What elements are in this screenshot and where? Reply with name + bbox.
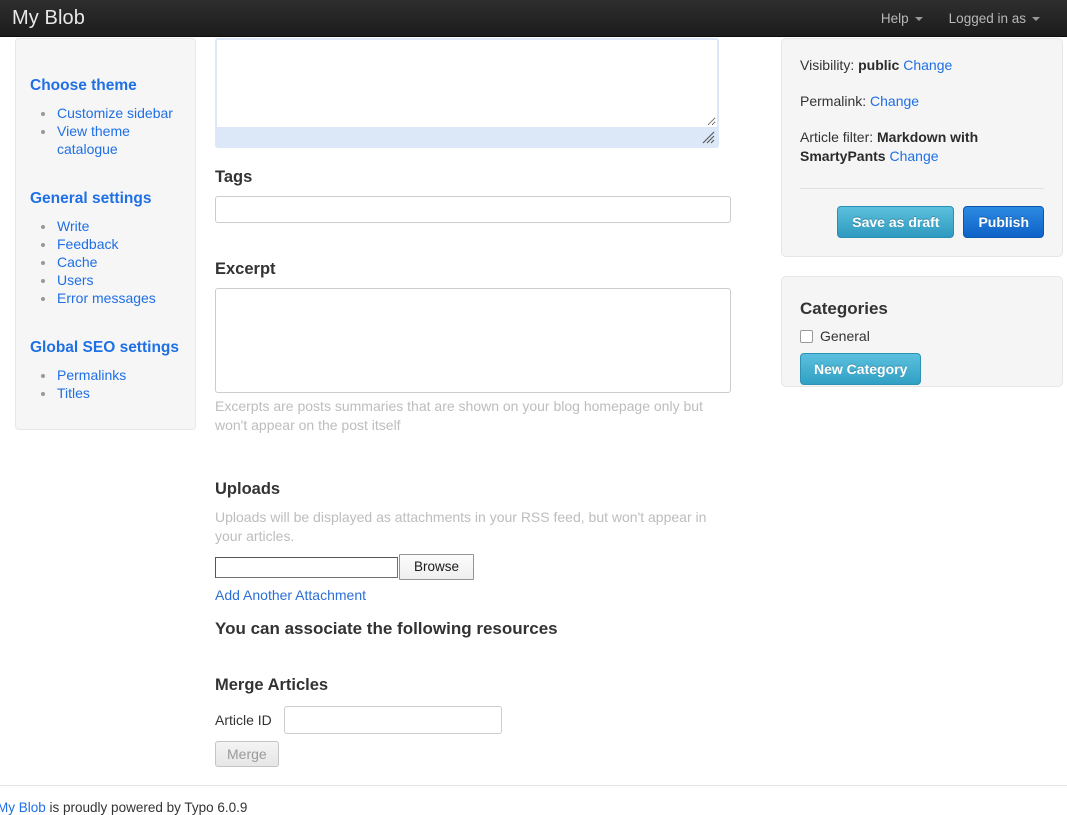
sidebar-item-titles[interactable]: Titles — [57, 385, 90, 401]
left-sidebar: Choose theme Customize sidebar View them… — [15, 38, 196, 430]
chevron-down-icon — [1032, 17, 1040, 21]
save-as-draft-button[interactable]: Save as draft — [837, 206, 955, 238]
new-category-button[interactable]: New Category — [800, 353, 922, 385]
upload-file-input[interactable] — [215, 557, 398, 578]
sidebar-item-write[interactable]: Write — [57, 218, 89, 234]
associate-resources-heading: You can associate the following resource… — [215, 619, 558, 638]
uploads-hint: Uploads will be displayed as attachments… — [215, 509, 707, 544]
article-id-input[interactable] — [283, 706, 502, 734]
article-filter-label: Article filter: — [800, 129, 874, 145]
excerpt-hint: Excerpts are posts summaries that are sh… — [215, 398, 703, 433]
footer-divider — [0, 785, 1067, 786]
list-item: View theme catalogue — [56, 122, 181, 158]
category-checkbox-general[interactable] — [800, 329, 813, 343]
sidebar-item-customize-sidebar[interactable]: Customize sidebar — [57, 105, 173, 121]
list-item: Write — [56, 217, 181, 235]
add-another-attachment-link[interactable]: Add Another Attachment — [215, 587, 366, 603]
list-item: Users — [56, 271, 181, 289]
navbar-right-group: Help Logged in as — [868, 0, 1067, 37]
list-item: Feedback — [56, 235, 181, 253]
footer: My Blob is proudly powered by Typo 6.0.9 — [0, 800, 247, 815]
uploads-heading: Uploads — [215, 480, 281, 498]
list-item: Cache — [56, 253, 181, 271]
sidebar-heading-choose-theme: Choose theme — [30, 77, 137, 94]
resize-grip-icon[interactable] — [702, 131, 715, 144]
sidebar-group-general-settings: Write Feedback Cache Users Error message… — [30, 217, 181, 307]
body-editor-textarea[interactable] — [217, 40, 717, 127]
sidebar-item-users[interactable]: Users — [57, 272, 94, 288]
brand-title[interactable]: My Blob — [0, 8, 85, 28]
category-label-general: General — [820, 328, 870, 344]
sidebar-item-view-theme-catalogue[interactable]: View theme catalogue — [57, 123, 130, 157]
publish-button[interactable]: Publish — [963, 206, 1044, 238]
sidebar-item-feedback[interactable]: Feedback — [57, 236, 118, 252]
visibility-row: Visibility: public Change — [800, 56, 1044, 75]
article-form: Tags Excerpt Excerpts are posts summarie… — [215, 38, 735, 767]
list-item: Customize sidebar — [56, 104, 181, 122]
browse-button[interactable]: Browse — [399, 554, 474, 580]
sidebar-item-permalinks[interactable]: Permalinks — [57, 367, 126, 383]
panel-divider — [800, 188, 1044, 189]
merge-articles-heading: Merge Articles — [215, 676, 329, 694]
nav-item-logged-in-as-label: Logged in as — [948, 10, 1026, 26]
permalink-change-link[interactable]: Change — [870, 93, 919, 109]
permalink-label: Permalink: — [800, 93, 867, 109]
list-item: Permalinks — [56, 366, 181, 384]
list-item: Error messages — [56, 289, 181, 307]
article-filter-change-link[interactable]: Change — [889, 148, 938, 164]
article-filter-row: Article filter: Markdown with SmartyPant… — [800, 128, 1044, 166]
tags-input[interactable] — [215, 196, 731, 223]
sidebar-item-cache[interactable]: Cache — [57, 254, 97, 270]
list-item[interactable]: General — [800, 328, 1044, 344]
footer-site-link[interactable]: My Blob — [0, 800, 46, 815]
excerpt-textarea[interactable] — [215, 288, 731, 393]
sidebar-heading-global-seo-settings: Global SEO settings — [30, 339, 179, 356]
tags-label: Tags — [215, 168, 253, 186]
merge-article-row: Article ID — [215, 706, 735, 734]
visibility-value: public — [858, 57, 900, 73]
nav-item-help-label: Help — [880, 10, 909, 26]
list-item: Titles — [56, 384, 181, 402]
sidebar-item-error-messages[interactable]: Error messages — [57, 290, 156, 306]
visibility-label: Visibility: — [800, 57, 855, 73]
right-sidebar: Visibility: public Change Permalink: Cha… — [781, 38, 1063, 387]
categories-title: Categories — [800, 299, 888, 318]
upload-file-row: Remove Browse — [215, 554, 735, 580]
permalink-row: Permalink: Change — [800, 92, 1044, 111]
footer-powered-by-text: is proudly powered by Typo 6.0.9 — [45, 800, 248, 815]
excerpt-label: Excerpt — [215, 260, 276, 278]
nav-item-logged-in-as[interactable]: Logged in as — [936, 0, 1053, 37]
visibility-change-link[interactable]: Change — [903, 57, 952, 73]
categories-panel: Categories General New Category — [781, 276, 1063, 387]
merge-button[interactable]: Merge — [215, 741, 279, 767]
top-navbar: My Blob Help Logged in as — [0, 0, 1067, 37]
sidebar-heading-general-settings: General settings — [30, 190, 152, 207]
article-meta-panel: Visibility: public Change Permalink: Cha… — [781, 38, 1063, 257]
body-editor-wrapper — [215, 38, 719, 148]
publish-actions: Save as draft Publish — [800, 206, 1044, 238]
chevron-down-icon — [914, 17, 923, 21]
sidebar-group-choose-theme: Customize sidebar View theme catalogue — [30, 104, 181, 158]
article-id-label: Article ID — [215, 712, 272, 728]
nav-item-help[interactable]: Help — [868, 0, 936, 37]
sidebar-group-global-seo: Permalinks Titles — [30, 366, 181, 402]
